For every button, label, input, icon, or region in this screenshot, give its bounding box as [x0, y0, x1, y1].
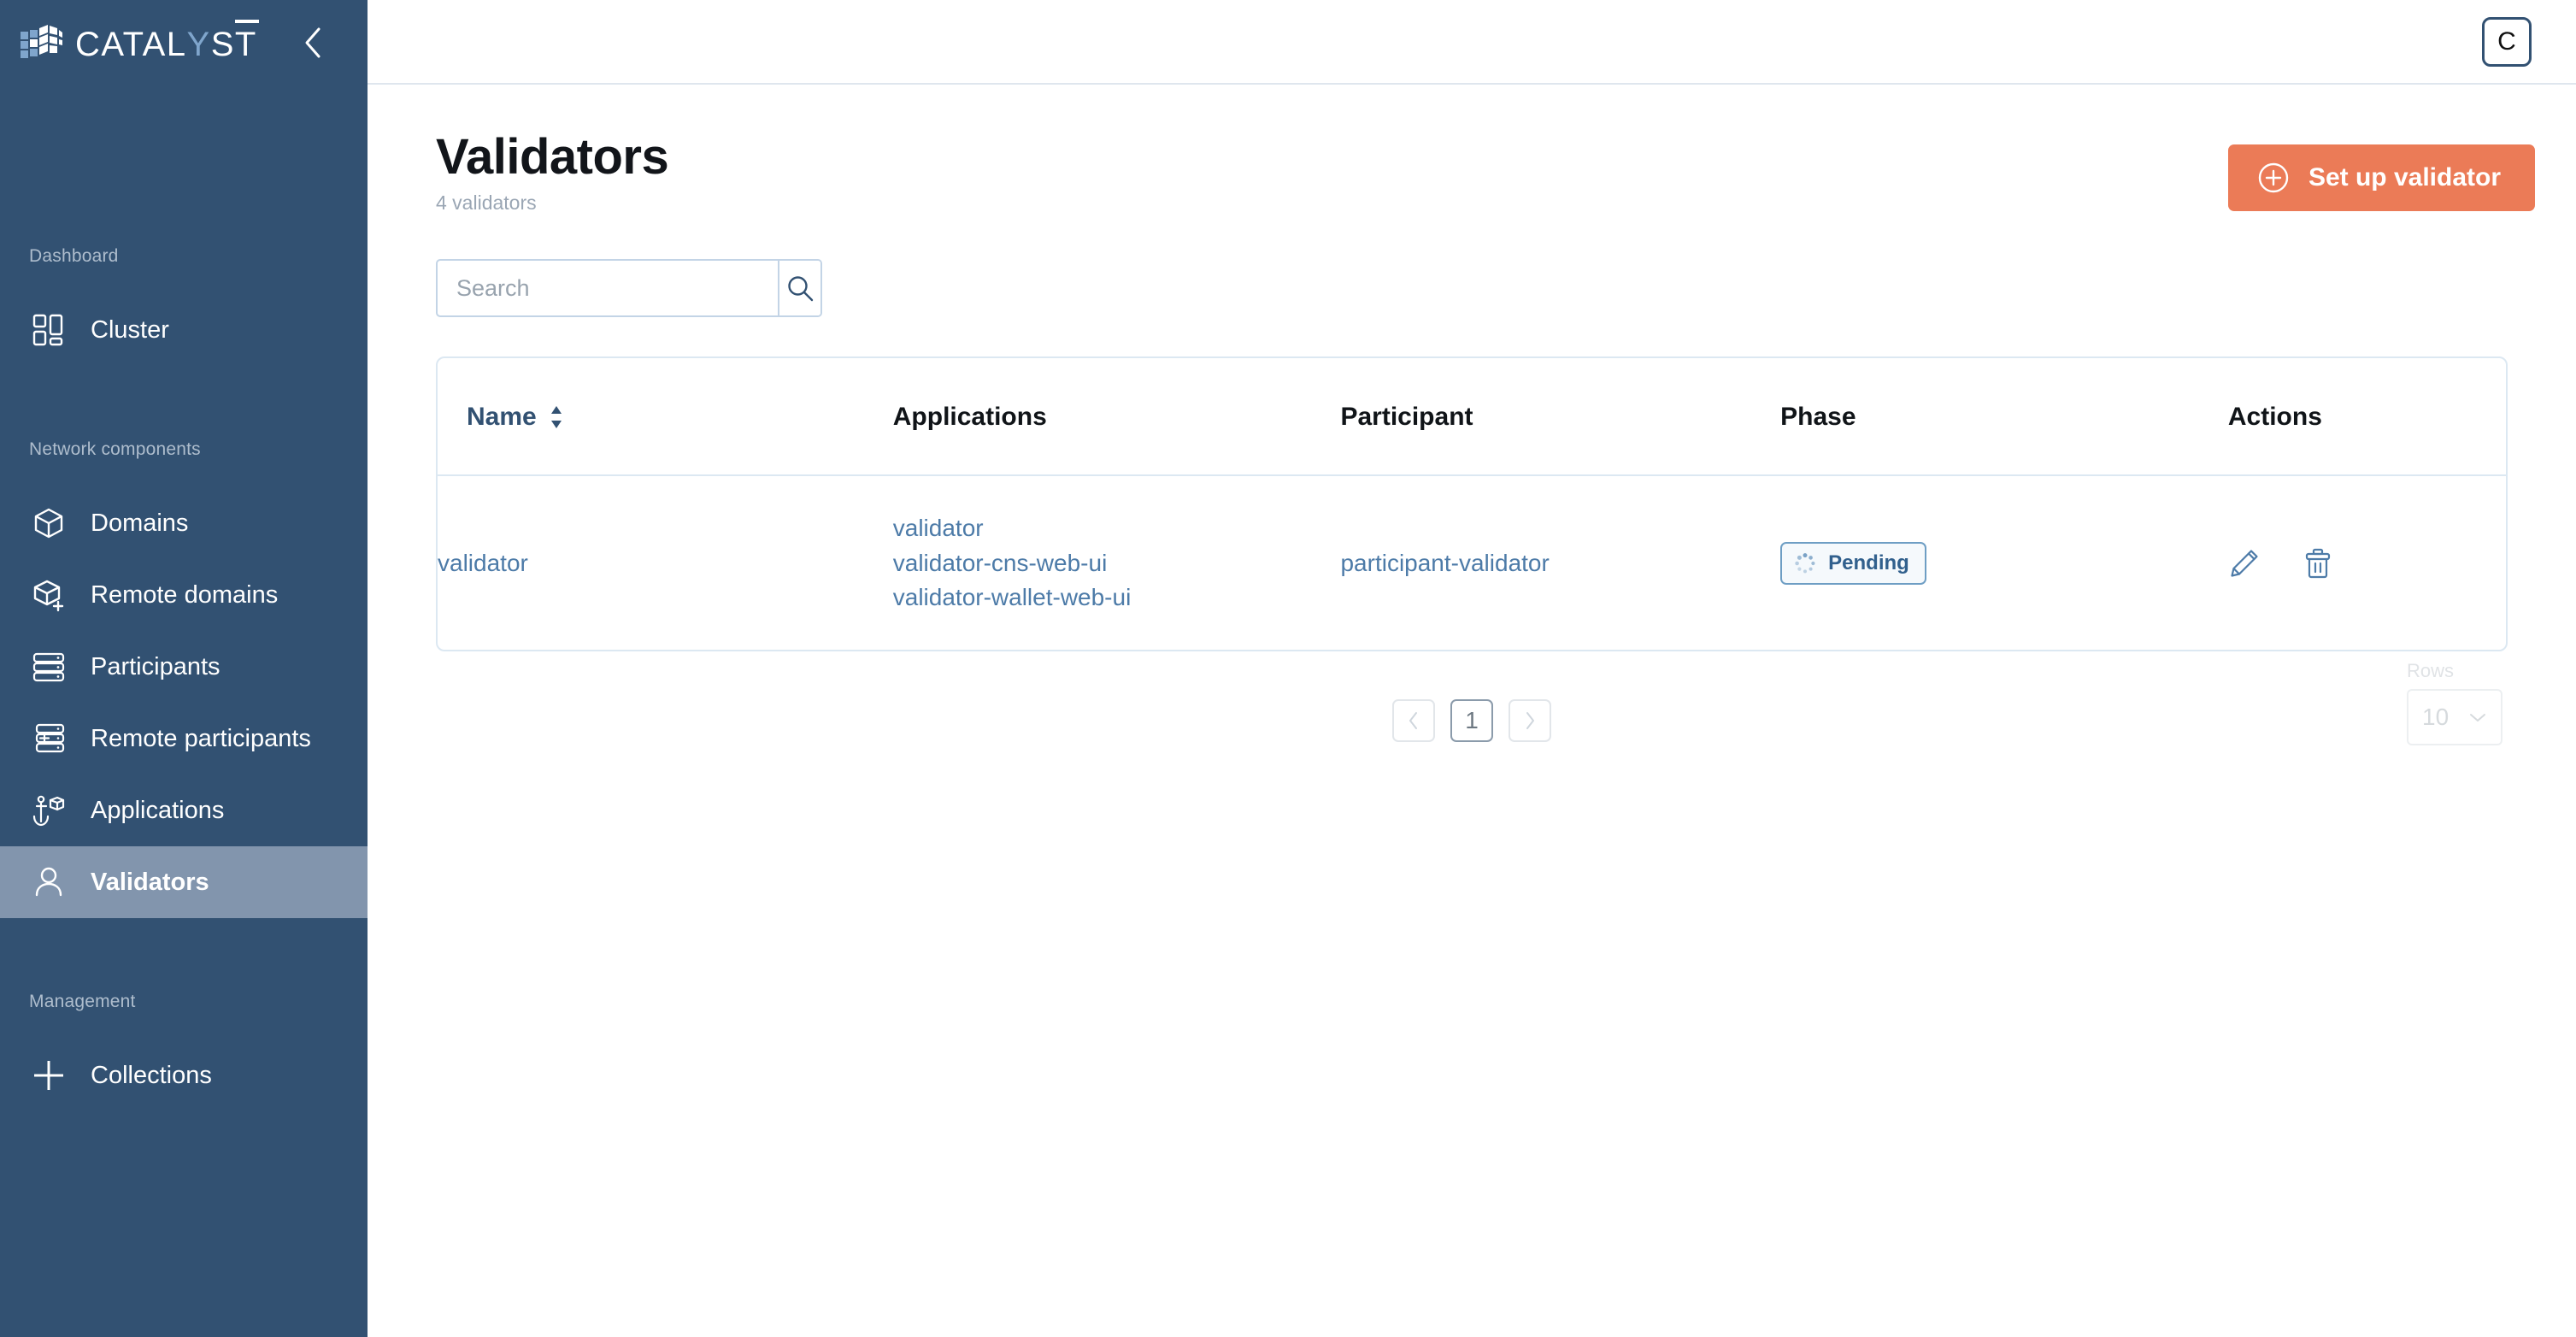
cube-plus-icon	[29, 575, 68, 615]
row-actions	[2228, 547, 2506, 580]
table-header-row: Name Applications	[438, 358, 2506, 475]
plus-circle-icon	[2257, 162, 2290, 194]
brand-name: CATALYST	[75, 27, 257, 62]
sidebar-item-collections[interactable]: Collections	[0, 1040, 368, 1111]
sidebar-item-cluster[interactable]: Cluster	[0, 294, 368, 366]
validators-table: Name Applications	[438, 358, 2506, 649]
applications-list: validator validator-cns-web-ui validator…	[893, 514, 1341, 611]
search-box	[436, 259, 822, 317]
status-badge-label: Pending	[1828, 551, 1909, 575]
sort-arrows-icon	[549, 404, 564, 430]
sidebar-item-label: Applications	[91, 797, 224, 825]
application-link[interactable]: validator	[893, 514, 1341, 543]
sidebar-item-domains[interactable]: Domains	[0, 487, 368, 559]
avatar[interactable]: C	[2482, 17, 2532, 67]
sidebar-item-participants[interactable]: Participants	[0, 631, 368, 703]
page-content: Validators 4 validators Set up validator	[368, 85, 2576, 742]
trash-icon	[2302, 547, 2334, 580]
column-header-name[interactable]: Name	[438, 358, 893, 475]
pagination-page-1[interactable]: 1	[1450, 699, 1493, 742]
table-row[interactable]: validator validator validator-cns-web-ui…	[438, 475, 2506, 649]
validators-table-card: Name Applications	[436, 356, 2508, 651]
application-link[interactable]: validator-wallet-web-ui	[893, 583, 1341, 612]
sidebar-item-applications[interactable]: Applications	[0, 775, 368, 846]
brand-name-part3: T	[235, 27, 257, 62]
brand-name-accent: Y	[187, 27, 211, 62]
page-titles: Validators 4 validators	[436, 126, 668, 215]
app-root: CATALYST Dashboard	[0, 0, 2576, 1337]
delete-button[interactable]	[2302, 547, 2334, 580]
rows-per-page-value: 10	[2422, 704, 2449, 731]
sidebar-collapse-button[interactable]	[293, 25, 332, 64]
pagination: 1	[1392, 699, 1551, 742]
cube-grid-logo-icon	[19, 25, 63, 64]
set-up-validator-button[interactable]: Set up validator	[2228, 144, 2535, 211]
sidebar-item-label: Collections	[91, 1062, 212, 1090]
column-header-phase: Phase	[1780, 358, 2228, 475]
cell-participant[interactable]: participant-validator	[1340, 475, 1780, 649]
table-head: Name Applications	[438, 358, 2506, 475]
page-subtitle: 4 validators	[436, 191, 668, 215]
column-header-participant: Participant	[1340, 358, 1780, 475]
grid-layout-icon	[29, 310, 68, 350]
sidebar-item-label: Cluster	[91, 316, 169, 345]
page-title: Validators	[436, 131, 668, 183]
column-header-actions: Actions	[2228, 358, 2506, 475]
chevron-left-icon	[302, 26, 324, 64]
sidebar-item-label: Domains	[91, 509, 188, 538]
sidebar-item-validators[interactable]: Validators	[0, 846, 368, 918]
edit-button[interactable]	[2228, 547, 2261, 580]
chevron-right-icon	[1522, 710, 1538, 731]
pencil-icon	[2228, 547, 2261, 580]
pagination-row: 1 Rows 10	[436, 699, 2508, 742]
search-button[interactable]	[778, 261, 820, 315]
sidebar: CATALYST Dashboard	[0, 0, 368, 1337]
search-icon	[785, 274, 815, 303]
sidebar-item-label: Participants	[91, 653, 221, 681]
status-badge[interactable]: Pending	[1780, 542, 1926, 585]
cell-name[interactable]: validator	[438, 475, 893, 649]
topbar: C	[368, 0, 2576, 85]
set-up-validator-label: Set up validator	[2308, 163, 2501, 192]
search-input[interactable]	[438, 261, 778, 315]
server-stack-icon	[29, 647, 68, 686]
sidebar-section-network-components: Network components	[0, 439, 368, 460]
rows-per-page: Rows 10	[2407, 660, 2502, 745]
chevron-left-icon	[1406, 710, 1421, 731]
sort-name-control[interactable]: Name	[467, 403, 564, 432]
cell-actions	[2228, 475, 2506, 649]
sidebar-item-label: Remote participants	[91, 725, 311, 753]
brand-logo[interactable]: CATALYST	[19, 25, 257, 64]
column-header-applications: Applications	[893, 358, 1341, 475]
brand-name-part2: S	[211, 27, 235, 62]
pagination-next-button[interactable]	[1509, 699, 1551, 742]
sidebar-item-remote-participants[interactable]: Remote participants	[0, 703, 368, 775]
sidebar-section-dashboard: Dashboard	[0, 246, 368, 267]
chevron-down-icon	[2468, 711, 2487, 723]
cell-phase: Pending	[1780, 475, 2228, 649]
sidebar-item-label: Validators	[91, 869, 209, 897]
anchor-cube-icon	[29, 791, 68, 830]
sidebar-header: CATALYST	[0, 0, 368, 89]
rows-per-page-label: Rows	[2407, 660, 2502, 682]
sidebar-section-management: Management	[0, 992, 368, 1012]
sidebar-item-remote-domains[interactable]: Remote domains	[0, 559, 368, 631]
brand-name-part1: CATAL	[75, 27, 187, 62]
cube-icon	[29, 504, 68, 543]
main-area: C Validators 4 validators Set up validat…	[368, 0, 2576, 1337]
spinner-icon	[1794, 552, 1816, 574]
search-row	[436, 259, 2537, 317]
table-body: validator validator validator-cns-web-ui…	[438, 475, 2506, 649]
pagination-prev-button[interactable]	[1392, 699, 1435, 742]
user-icon	[29, 863, 68, 902]
plus-icon	[29, 1056, 68, 1095]
cell-applications: validator validator-cns-web-ui validator…	[893, 475, 1341, 649]
application-link[interactable]: validator-cns-web-ui	[893, 549, 1341, 578]
column-header-name-label: Name	[467, 403, 537, 432]
rows-per-page-select[interactable]: 10	[2407, 689, 2502, 745]
server-stack-plus-icon	[29, 719, 68, 758]
sidebar-item-label: Remote domains	[91, 581, 278, 610]
page-header: Validators 4 validators Set up validator	[436, 126, 2537, 215]
